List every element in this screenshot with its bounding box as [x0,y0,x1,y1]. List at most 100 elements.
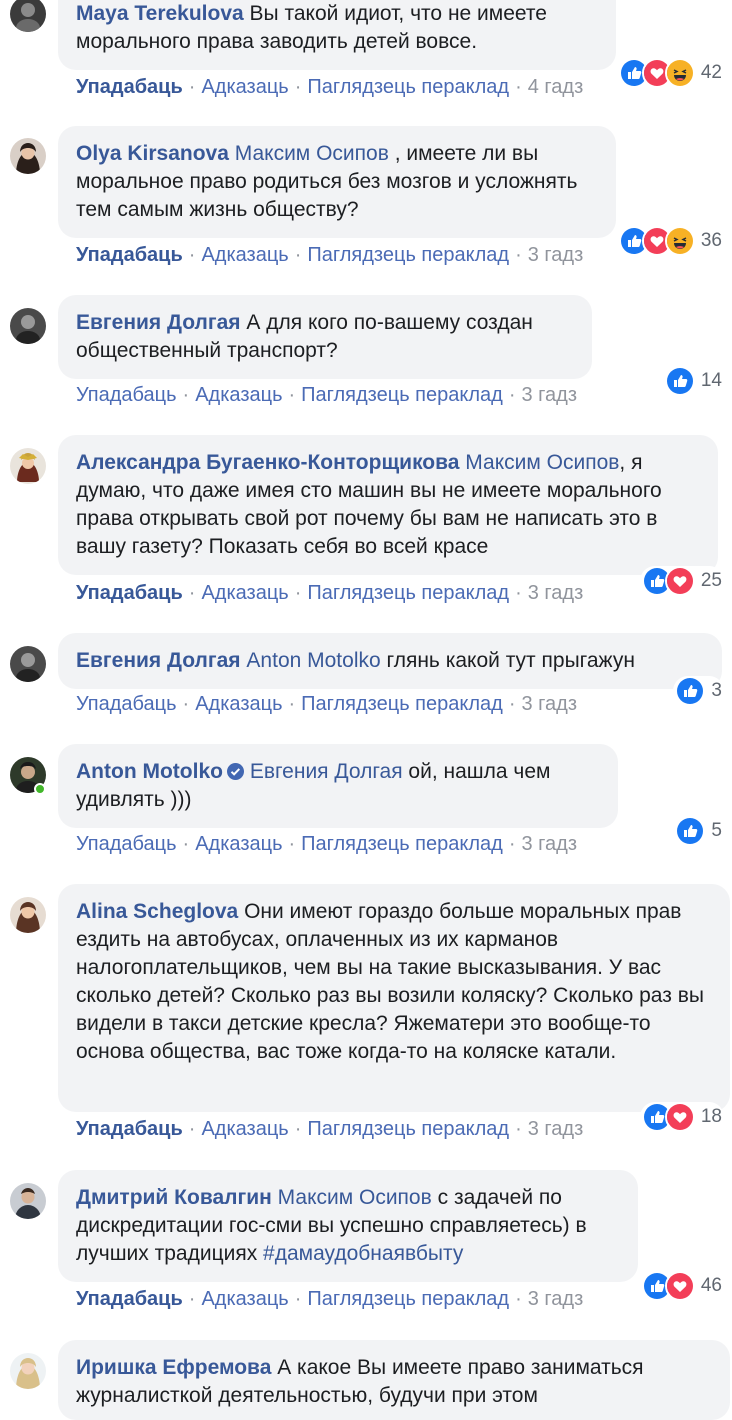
love-reaction-icon [664,1271,695,1301]
reply-link[interactable]: Адказаць [201,1118,288,1140]
avatar[interactable] [10,1183,46,1219]
like-link[interactable]: Упадабаць [76,1118,183,1140]
reactions-summary[interactable]: 46 [639,1271,724,1301]
haha-reaction-icon [664,226,695,256]
reaction-count: 36 [700,230,722,251]
comment-bubble: Alina Scheglova Они имеют гораздо больше… [58,884,730,1112]
reaction-count: 5 [711,820,722,841]
reactions-summary[interactable]: 3 [673,676,724,706]
comment-actions: Упадабаць · Адказаць · Паглядзець пераклад · 4… [76,76,584,98]
avatar[interactable] [10,0,46,32]
comment-time[interactable]: 3 гадз [522,384,578,406]
reply-link[interactable]: Адказаць [195,384,282,406]
see-translation-link[interactable]: Паглядзець пераклад [307,244,509,266]
comment-author[interactable]: Александра Бугаенко-Конторщикова [76,451,459,474]
hashtag-link[interactable]: #дамаудобнаявбыту [263,1242,463,1265]
comment-time[interactable]: 3 гадз [522,693,578,715]
reaction-count: 14 [700,370,722,391]
reply-link[interactable]: Адказаць [201,76,288,98]
avatar[interactable] [10,448,46,484]
comment-time[interactable]: 3 гадз [528,582,584,604]
see-translation-link[interactable]: Паглядзець пераклад [307,582,509,604]
comment-bubble: Евгения Долгая А для кого по-вашему созд… [58,295,592,379]
reactions-summary[interactable]: 14 [662,366,724,396]
comment-bubble: Евгения Долгая Anton Motolko глянь какой… [58,633,722,689]
like-reaction-icon [675,816,706,846]
comment-text: глянь какой тут прыгажун [386,649,635,672]
comment-author[interactable]: Евгения Долгая [76,311,241,334]
online-status-indicator [34,783,46,795]
avatar[interactable] [10,897,46,933]
comment-time[interactable]: 4 гадз [528,76,584,98]
reaction-count: 42 [700,62,722,83]
comment-author[interactable]: Евгения Долгая [76,649,241,672]
love-reaction-icon [664,566,695,596]
reaction-count: 18 [700,1106,722,1127]
like-link[interactable]: Упадабаць [76,833,177,855]
like-link[interactable]: Упадабаць [76,582,183,604]
comment-actions: Упадабаць · Адказаць · Паглядзець пераклад · 3… [76,693,578,715]
comment-bubble: Olya Kirsanova Максим Осипов , имеете ли… [58,126,616,238]
haha-reaction-icon [664,58,695,88]
reply-link[interactable]: Адказаць [201,582,288,604]
reply-link[interactable]: Адказаць [201,1288,288,1310]
reactions-summary[interactable]: 25 [639,566,724,596]
avatar[interactable] [10,138,46,174]
comment-time[interactable]: 3 гадз [528,1288,584,1310]
like-link[interactable]: Упадабаць [76,1288,183,1310]
comment-actions: Упадабаць · Адказаць · Паглядзець пераклад · 3… [76,244,584,266]
see-translation-link[interactable]: Паглядзець пераклад [307,1118,509,1140]
avatar[interactable] [10,1353,46,1389]
comment-author[interactable]: Anton Motolko [76,760,223,783]
comment-actions: Упадабаць · Адказаць · Паглядзець пераклад · 3… [76,1288,584,1310]
comment-text: Они имеют гораздо больше моральных прав … [76,900,704,1063]
reactions-summary[interactable]: 18 [639,1102,724,1132]
comment-actions: Упадабаць · Адказаць · Паглядзець пераклад · 3… [76,384,578,406]
comment-bubble: Maya Terekulova Вы такой идиот, что не и… [58,0,616,70]
comment-author[interactable]: Olya Kirsanova [76,142,229,165]
comment-mention[interactable]: Максим Осипов [235,142,389,165]
comment-mention[interactable]: Anton Motolko [246,649,380,672]
like-link[interactable]: Упадабаць [76,693,177,715]
comment-mention[interactable]: Евгения Долгая [250,760,403,783]
comment-actions: Упадабаць · Адказаць · Паглядзець пераклад · 3… [76,582,584,604]
reply-link[interactable]: Адказаць [195,833,282,855]
reaction-count: 25 [700,570,722,591]
comment-mention[interactable]: Максим Осипов [278,1186,432,1209]
comment-author[interactable]: Maya Terekulova [76,2,244,25]
like-link[interactable]: Упадабаць [76,76,183,98]
see-translation-link[interactable]: Паглядзець пераклад [307,1288,509,1310]
comment-bubble: Anton Motolko Евгения Долгая ой, нашла ч… [58,744,618,828]
comment-time[interactable]: 3 гадз [528,244,584,266]
see-translation-link[interactable]: Паглядзець пераклад [301,384,503,406]
reactions-summary[interactable]: 36 [616,226,724,256]
see-translation-link[interactable]: Паглядзець пераклад [301,693,503,715]
reply-link[interactable]: Адказаць [201,244,288,266]
verified-badge-icon [226,763,244,780]
reactions-summary[interactable]: 42 [616,58,724,88]
see-translation-link[interactable]: Паглядзець пераклад [301,833,503,855]
see-translation-link[interactable]: Паглядзець пераклад [307,76,509,98]
comment-bubble: Александра Бугаенко-Конторщикова Максим … [58,435,718,575]
comment-author[interactable]: Дмитрий Ковалгин [76,1186,272,1209]
comment-bubble: Дмитрий Ковалгин Максим Осипов с задачей… [58,1170,638,1282]
comment-author[interactable]: Иришка Ефремова [76,1356,271,1379]
reactions-summary[interactable]: 5 [673,816,724,846]
comment-author[interactable]: Alina Scheglova [76,900,238,923]
like-reaction-icon [675,676,706,706]
comment-actions: Упадабаць · Адказаць · Паглядзець пераклад · 3… [76,833,578,855]
love-reaction-icon [664,1102,695,1132]
reaction-count: 46 [700,1275,722,1296]
comment-time[interactable]: 3 гадз [528,1118,584,1140]
avatar[interactable] [10,308,46,344]
avatar[interactable] [10,646,46,682]
comment-time[interactable]: 3 гадз [522,833,578,855]
comment-actions: Упадабаць · Адказаць · Паглядзець пераклад · 3… [76,1118,584,1140]
reply-link[interactable]: Адказаць [195,693,282,715]
like-link[interactable]: Упадабаць [76,384,177,406]
like-reaction-icon [664,366,695,396]
like-link[interactable]: Упадабаць [76,244,183,266]
reaction-count: 3 [711,680,722,701]
comment-mention[interactable]: Максим Осипов [465,451,619,474]
comment-bubble: Иришка Ефремова А какое Вы имеете право … [58,1340,730,1420]
